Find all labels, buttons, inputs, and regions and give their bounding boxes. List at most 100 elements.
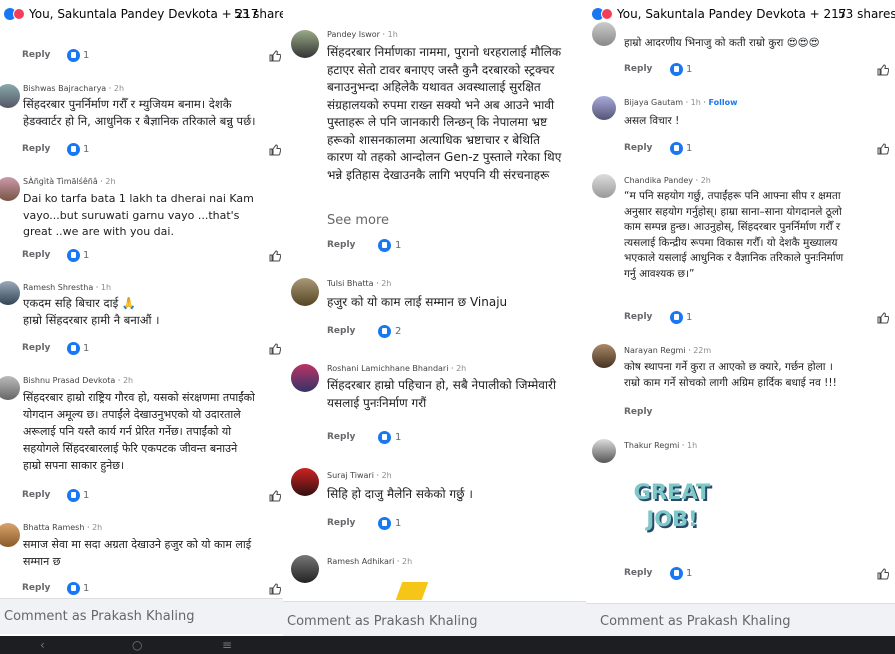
thumbs-up-icon[interactable] <box>269 144 281 156</box>
avatar[interactable] <box>291 555 319 583</box>
sticker-preview <box>395 582 429 600</box>
commenter-name[interactable]: Bijaya Gautam · 1h · Follow <box>624 98 738 107</box>
like-count: 1 <box>83 144 90 155</box>
avatar[interactable] <box>0 177 20 201</box>
comment-text: एकदम सहि बिचार दाई 🙏 हाम्रो सिंहदरबार हाम… <box>23 296 160 327</box>
avatar[interactable] <box>0 376 20 400</box>
reply-button[interactable]: Reply <box>327 240 355 250</box>
thumbs-up-icon[interactable] <box>877 312 889 324</box>
like-count: 1 <box>83 343 90 354</box>
like-count-icon <box>670 567 683 580</box>
thumbs-up-icon[interactable] <box>877 64 889 76</box>
great-job-sticker: GREAT JOB! <box>633 480 711 531</box>
like-count-icon <box>67 49 80 62</box>
comment-input[interactable]: Comment as Prakash Khaling <box>283 601 586 640</box>
reactors-names[interactable]: You, Sakuntala Pandey Devkota + 217 <box>617 7 846 21</box>
like-count: 1 <box>83 50 90 61</box>
reply-button[interactable]: Reply <box>624 568 652 578</box>
comment-text: कोष स्थापना गर्ने कुरा त आएको छ क्यारे, … <box>624 361 837 389</box>
comments-panel-2: Pandey Iswor · 1h सिंहदरबार निर्माणका ना… <box>283 0 586 640</box>
reply-button[interactable]: Reply <box>327 432 355 442</box>
like-count-icon <box>67 143 80 156</box>
reply-button[interactable]: Reply <box>624 407 652 417</box>
reply-button[interactable]: Reply <box>22 343 50 353</box>
avatar[interactable] <box>291 278 319 306</box>
thumbs-up-icon[interactable] <box>269 343 281 355</box>
thumbs-up-icon[interactable] <box>269 490 281 502</box>
reply-button[interactable]: Reply <box>22 583 50 593</box>
like-count-icon <box>670 63 683 76</box>
avatar[interactable] <box>592 174 616 198</box>
reply-button[interactable]: Reply <box>327 518 355 528</box>
commenter-name[interactable]: Bhatta Ramesh · 2h <box>23 523 102 532</box>
like-count: 1 <box>686 312 693 323</box>
comment-input[interactable]: Comment as Prakash Khaling <box>586 603 895 636</box>
commenter-name[interactable]: Chandika Pandey · 2h <box>624 176 711 185</box>
shares-count[interactable]: 53 shares <box>838 7 895 21</box>
thumbs-up-icon[interactable] <box>269 50 281 62</box>
commenter-name[interactable]: Narayan Regmi · 22m <box>624 346 711 355</box>
like-count-icon <box>378 239 391 252</box>
avatar[interactable] <box>592 439 616 463</box>
love-reaction-icon <box>601 8 613 20</box>
like-count: 1 <box>83 490 90 501</box>
commenter-name[interactable]: SÀñgìtà Tìmãlśêñâ · 2h <box>23 177 116 186</box>
reply-button[interactable]: Reply <box>327 326 355 336</box>
reply-button[interactable]: Reply <box>22 50 50 60</box>
commenter-name[interactable]: Bishnu Prasad Devkota · 2h <box>23 376 133 385</box>
thumbs-up-icon[interactable] <box>877 143 889 155</box>
comment-text: हजुर को यो काम लाई सम्मान छ Vinaju <box>327 295 508 309</box>
like-count: 1 <box>83 583 90 594</box>
avatar[interactable] <box>0 281 20 305</box>
like-count: 1 <box>83 250 90 261</box>
like-count-icon <box>378 431 391 444</box>
comment-text: सिंहदरबार निर्माणका नाममा, पुरानो धरहराल… <box>327 45 562 182</box>
home-icon[interactable]: ○ <box>132 638 142 652</box>
like-count: 1 <box>686 64 693 75</box>
like-count-icon <box>378 325 391 338</box>
shares-count[interactable]: 53 shares <box>234 7 283 21</box>
reply-button[interactable]: Reply <box>624 64 652 74</box>
comment-text: “म पनि सहयोग गर्छु, तपाईंहरू पनि आफ्ना स… <box>624 190 844 280</box>
comment-text: असल विचार ! <box>624 115 680 127</box>
avatar[interactable] <box>291 364 319 392</box>
commenter-name[interactable]: Thakur Regmi · 1h <box>624 441 697 450</box>
avatar[interactable] <box>0 523 20 547</box>
avatar[interactable] <box>291 468 319 496</box>
avatar[interactable] <box>592 96 616 120</box>
like-count: 2 <box>395 326 402 337</box>
reply-button[interactable]: Reply <box>22 490 50 500</box>
reply-button[interactable]: Reply <box>22 250 50 260</box>
reactors-names[interactable]: You, Sakuntala Pandey Devkota + 217 <box>29 7 258 21</box>
comment-text: समाज सेवा मा सदा अग्रता देखाउने हजुर को … <box>23 538 252 568</box>
avatar[interactable] <box>592 344 616 368</box>
comments-panel-1: You, Sakuntala Pandey Devkota + 217 53 s… <box>0 0 283 636</box>
see-more-link[interactable]: See more <box>327 213 389 228</box>
commenter-name[interactable]: Suraj Tiwari · 2h <box>327 471 392 480</box>
commenter-name[interactable]: Tulsi Bhatta · 2h <box>327 279 391 288</box>
comment-input[interactable]: Comment as Prakash Khaling <box>0 598 283 634</box>
reactions-header[interactable]: You, Sakuntala Pandey Devkota + 217 53 s… <box>586 0 895 28</box>
like-count-icon <box>67 249 80 262</box>
thumbs-up-icon[interactable] <box>877 568 889 580</box>
thumbs-up-icon[interactable] <box>269 250 281 262</box>
avatar[interactable] <box>291 30 319 58</box>
commenter-name[interactable]: Bishwas Bajracharya · 2h <box>23 84 124 93</box>
reply-button[interactable]: Reply <box>624 312 652 322</box>
reactions-header[interactable]: You, Sakuntala Pandey Devkota + 217 53 s… <box>0 0 283 28</box>
reply-button[interactable]: Reply <box>22 144 50 154</box>
thumbs-up-icon[interactable] <box>269 583 281 595</box>
like-count-icon <box>67 582 80 595</box>
commenter-name[interactable]: Ramesh Adhikari · 2h <box>327 557 412 566</box>
recents-icon[interactable]: ≡ <box>222 638 232 652</box>
comment-text: सिहि हो दाजु मैलेनि सकेको गर्छु । <box>327 487 473 501</box>
android-nav-bar: ‹ ○ ≡ <box>0 636 895 654</box>
comment-text: सिंहदरबार पुनर्निर्माण गरौँ र म्युजियम ब… <box>23 97 256 128</box>
back-icon[interactable]: ‹ <box>40 638 45 652</box>
avatar[interactable] <box>592 22 616 46</box>
avatar[interactable] <box>0 84 20 108</box>
commenter-name[interactable]: Ramesh Shrestha · 1h <box>23 283 111 292</box>
reply-button[interactable]: Reply <box>624 143 652 153</box>
commenter-name[interactable]: Roshani Lamichhane Bhandari · 2h <box>327 364 466 373</box>
commenter-name[interactable]: Pandey Iswor · 1h <box>327 30 398 39</box>
